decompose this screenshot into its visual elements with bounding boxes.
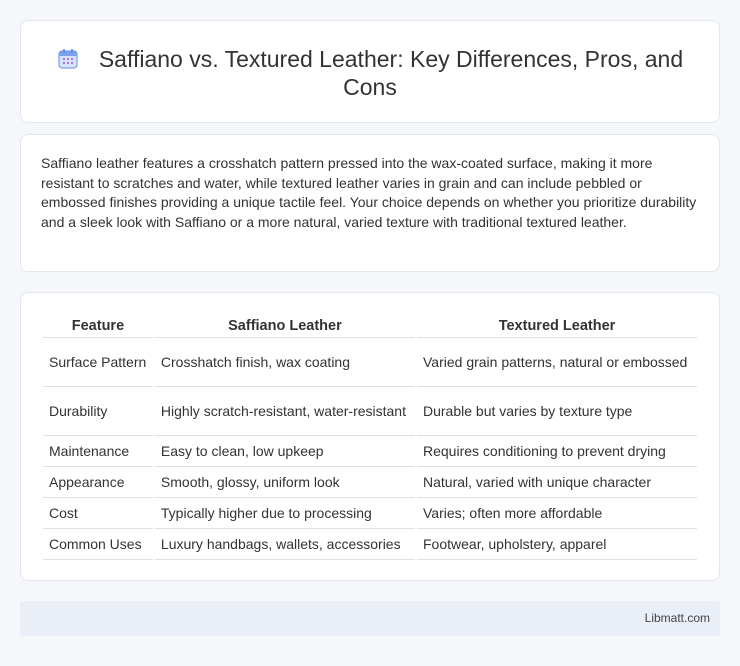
table-header-row: Feature Saffiano Leather Textured Leathe…	[43, 314, 697, 338]
page-title: Saffiano vs. Textured Leather: Key Diffe…	[98, 46, 684, 100]
row-feature: Common Uses	[43, 529, 153, 560]
comparison-table: Feature Saffiano Leather Textured Leathe…	[41, 314, 699, 560]
row-textured: Durable but varies by texture type	[417, 387, 697, 436]
row-textured: Requires conditioning to prevent drying	[417, 436, 697, 467]
row-feature: Cost	[43, 498, 153, 529]
header-feature: Feature	[43, 314, 153, 338]
table-row: Appearance Smooth, glossy, uniform look …	[43, 467, 697, 498]
summary-text: Saffiano leather features a crosshatch p…	[41, 155, 697, 230]
row-saffiano: Highly scratch-resistant, water-resistan…	[154, 387, 415, 436]
table-row: Common Uses Luxury handbags, wallets, ac…	[43, 529, 697, 560]
summary-card: Saffiano leather features a crosshatch p…	[20, 134, 720, 272]
row-feature: Appearance	[43, 467, 153, 498]
table-card: Feature Saffiano Leather Textured Leathe…	[20, 292, 720, 581]
row-saffiano: Luxury handbags, wallets, accessories	[154, 529, 415, 560]
table-row: Cost Typically higher due to processing …	[43, 498, 697, 529]
table-row: Maintenance Easy to clean, low upkeep Re…	[43, 436, 697, 467]
footer: Libmatt.com	[20, 601, 720, 636]
row-textured: Natural, varied with unique character	[417, 467, 697, 498]
page-title-wrap: Saffiano vs. Textured Leather: Key Diffe…	[21, 45, 719, 101]
calendar-icon	[57, 48, 79, 70]
row-feature: Durability	[43, 387, 153, 436]
header-saffiano: Saffiano Leather	[154, 314, 415, 338]
row-textured: Footwear, upholstery, apparel	[417, 529, 697, 560]
footer-site-link[interactable]: Libmatt.com	[645, 611, 710, 625]
row-saffiano: Easy to clean, low upkeep	[154, 436, 415, 467]
row-textured: Varies; often more affordable	[417, 498, 697, 529]
row-textured: Varied grain patterns, natural or emboss…	[417, 338, 697, 387]
row-feature: Maintenance	[43, 436, 153, 467]
row-feature: Surface Pattern	[43, 338, 153, 387]
table-row: Durability Highly scratch-resistant, wat…	[43, 387, 697, 436]
header-textured: Textured Leather	[417, 314, 697, 338]
title-card: Saffiano vs. Textured Leather: Key Diffe…	[20, 20, 720, 123]
row-saffiano: Typically higher due to processing	[154, 498, 415, 529]
row-saffiano: Crosshatch finish, wax coating	[154, 338, 415, 387]
row-saffiano: Smooth, glossy, uniform look	[154, 467, 415, 498]
table-row: Surface Pattern Crosshatch finish, wax c…	[43, 338, 697, 387]
